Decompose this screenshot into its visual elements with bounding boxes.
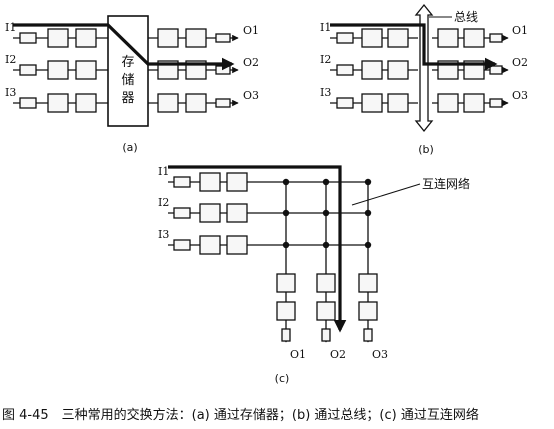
svg-text:I1: I1 (158, 165, 169, 178)
svg-text:I3: I3 (5, 86, 16, 99)
svg-text:O3: O3 (512, 89, 528, 102)
packet-path-c (168, 165, 347, 333)
svg-text:O2: O2 (330, 348, 346, 361)
input-labels-c: I1 I2 I3 (158, 165, 169, 241)
input-labels-b: I1 I2 I3 (320, 21, 331, 99)
bus-label: 总线 (454, 10, 478, 24)
panel-a: 存 储 器 I1 I2 I3 O1 O2 O3 (a) (5, 15, 259, 154)
interconnect-label: 互连网络 (422, 176, 470, 191)
svg-text:O1: O1 (512, 24, 528, 37)
svg-text:I2: I2 (320, 53, 331, 66)
svg-text:I3: I3 (320, 86, 331, 99)
svg-text:O3: O3 (243, 89, 259, 102)
output-port-columns-c (276, 262, 378, 343)
output-labels-b: O1 O2 O3 (512, 24, 528, 102)
svg-text:器: 器 (121, 91, 134, 106)
svg-text:I1: I1 (5, 21, 16, 34)
panel-b-label: (b) (418, 143, 434, 156)
output-labels-c: O1 O2 O3 (290, 348, 388, 361)
output-port-rows-b (432, 28, 509, 113)
output-labels-a: O1 O2 O3 (243, 24, 259, 102)
input-labels-a: I1 I2 I3 (5, 21, 16, 99)
input-port-rows-a (13, 28, 108, 113)
output-port-rows-a (148, 28, 239, 113)
svg-text:储: 储 (121, 73, 134, 88)
figure-caption: 图 4-45 三种常用的交换方法：(a) 通过存储器；(b) 通过总线；(c) … (2, 408, 479, 423)
svg-text:I2: I2 (5, 53, 16, 66)
svg-text:I1: I1 (320, 21, 331, 34)
crossbar-grid (248, 181, 369, 262)
panel-c-label: (c) (275, 372, 290, 385)
svg-text:O1: O1 (243, 24, 259, 37)
memory-label: 存 储 器 (121, 55, 134, 106)
svg-text:I2: I2 (158, 196, 169, 209)
svg-text:存: 存 (121, 55, 134, 70)
switching-diagram: 存 储 器 I1 I2 I3 O1 O2 O3 (a) 总线 I1 I2 I3 … (5, 3, 528, 385)
panel-b: 总线 I1 I2 I3 O1 O2 O3 (b) (320, 3, 528, 156)
svg-text:O2: O2 (243, 56, 259, 69)
svg-text:O1: O1 (290, 348, 306, 361)
svg-text:O3: O3 (372, 348, 388, 361)
panel-a-label: (a) (122, 141, 137, 154)
panel-c: 互连网络 I1 I2 I3 O1 O2 O3 (c) (158, 165, 470, 385)
interconnect-leader (351, 183, 421, 206)
svg-text:O2: O2 (512, 56, 528, 69)
input-port-rows-c (168, 172, 248, 255)
input-port-rows-b (330, 28, 418, 113)
svg-text:I3: I3 (158, 228, 169, 241)
